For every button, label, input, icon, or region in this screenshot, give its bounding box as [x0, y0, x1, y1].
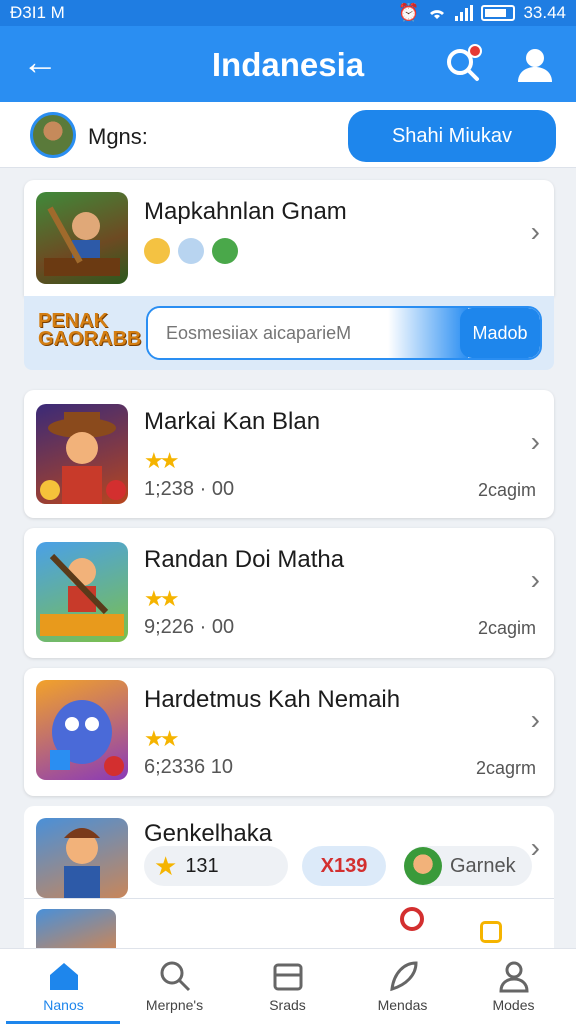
game-title: Randan Doi Matha: [144, 546, 345, 573]
banner-search-input[interactable]: [148, 308, 398, 358]
game-card-1[interactable]: Markai Kan Blan ★★ 1;238 · 00 2cagim ›: [24, 390, 554, 518]
friend-avatar-icon: [404, 847, 442, 885]
peek-thumbnail: [36, 909, 116, 949]
game-title: Markai Kan Blan: [144, 408, 321, 435]
game-meta: 2cagim: [477, 480, 536, 500]
search-gradient: [388, 308, 468, 358]
search-icon: [160, 961, 190, 992]
friend-name: Garnek: [450, 854, 516, 877]
tab-home[interactable]: Nanos: [6, 949, 121, 1024]
banner-search-box: Madob: [146, 306, 542, 360]
profile-button[interactable]: [516, 46, 554, 84]
chevron-right-icon[interactable]: ›: [531, 564, 540, 596]
game-score: 6;2336 10: [144, 756, 233, 778]
app-bar: ← Indanesia: [0, 26, 576, 102]
next-card-peek: [24, 898, 554, 949]
chest-icon: [212, 238, 238, 264]
tab-messages[interactable]: Mendas: [345, 949, 460, 1024]
game-meta: 2cagrm: [475, 758, 536, 778]
game-score: 1;238 · 00: [144, 478, 235, 500]
featured-search-banner: PENAK GAORABB Madob: [24, 296, 554, 370]
coin-icon[interactable]: [480, 921, 502, 943]
featured-badges: [144, 238, 238, 264]
friend-pill[interactable]: Garnek: [404, 846, 532, 886]
tab-search[interactable]: Merpne's: [117, 949, 232, 1024]
user-bar: Mgns: Shahi Miukav: [0, 102, 576, 168]
carrier-label: Đ3I1 M: [10, 3, 65, 22]
banner-search-button[interactable]: Madob: [460, 308, 540, 358]
game-thumbnail-1: [36, 404, 128, 504]
alarm-icon: ⏰: [398, 3, 420, 22]
tab-label: Nanos: [43, 997, 84, 1013]
game-meta: 2cagim: [477, 618, 536, 638]
user-icon: [518, 49, 552, 82]
tab-label: Mendas: [377, 997, 428, 1013]
game-thumbnail-2: [36, 542, 128, 642]
star-rating: ★★: [144, 448, 180, 473]
username: Mgns:: [88, 124, 148, 149]
tab-label: Srads: [269, 997, 306, 1013]
bottom-tab-bar: Nanos Merpne's Srads Mendas Modes: [0, 948, 576, 1024]
coins-pill[interactable]: ★ 131: [144, 846, 288, 886]
avatar[interactable]: [30, 112, 76, 158]
home-icon: [49, 963, 78, 990]
banner-logo: PENAK GAORABB: [38, 310, 142, 350]
tab-label: Modes: [492, 997, 535, 1013]
tab-store[interactable]: Srads: [230, 949, 345, 1024]
game-score: 9;226 · 00: [144, 616, 235, 638]
notification-dot: [468, 44, 482, 58]
search-button[interactable]: [444, 44, 482, 82]
featured-game-card[interactable]: Mapkahnlan Gnam ›: [24, 180, 554, 296]
coin-icon: [144, 238, 170, 264]
game-title: Genkelhaka: [144, 820, 273, 847]
featured-game-thumbnail: [36, 192, 128, 284]
chevron-right-icon[interactable]: ›: [531, 704, 540, 736]
chevron-right-icon[interactable]: ›: [531, 832, 540, 864]
game-thumbnail-4: [36, 818, 128, 898]
game-card-4[interactable]: Genkelhaka › ★ 131 X139 Garnek: [24, 806, 554, 906]
multiplier-pill[interactable]: X139: [302, 846, 386, 886]
battery-icon: [481, 5, 516, 21]
game-card-2[interactable]: Randan Doi Matha ★★ 9;226 · 00 2cagim ›: [24, 528, 554, 658]
game-card-3[interactable]: Hardetmus Kah Nemaih ★★ 6;2336 10 2cagrm…: [24, 668, 554, 796]
gem-icon: [178, 238, 204, 264]
start-button[interactable]: Shahi Miukav: [348, 110, 556, 162]
chevron-right-icon[interactable]: ›: [531, 216, 540, 248]
star-rating: ★★: [144, 586, 180, 611]
coins-value: 131: [185, 854, 219, 877]
user-icon: [498, 961, 529, 993]
feather-icon: [389, 961, 418, 992]
status-bar: Đ3I1 M ⏰ 33.44: [0, 0, 576, 26]
signal-icon: [455, 5, 474, 21]
game-thumbnail-3: [36, 680, 128, 780]
star-rating: ★★: [144, 726, 180, 751]
chevron-right-icon[interactable]: ›: [531, 426, 540, 458]
page-title: Indanesia: [211, 46, 365, 83]
tab-profile[interactable]: Modes: [456, 949, 571, 1024]
status-icons: ⏰ 33.44: [398, 3, 566, 23]
clock: 33.44: [523, 3, 566, 22]
game-title: Hardetmus Kah Nemaih: [144, 686, 401, 713]
wifi-icon: [430, 10, 445, 19]
tab-label: Merpne's: [145, 997, 204, 1013]
featured-game-title: Mapkahnlan Gnam: [144, 198, 347, 225]
record-icon[interactable]: [400, 907, 424, 931]
store-icon: [273, 963, 302, 991]
star-icon: ★: [154, 850, 178, 881]
